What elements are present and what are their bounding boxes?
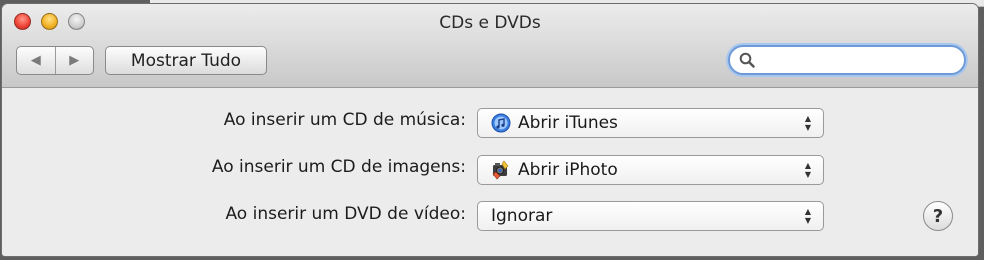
updown-arrows-icon: ▲ ▼	[804, 114, 812, 132]
back-forward-control: ◀ ▶	[16, 46, 94, 75]
picture-cd-action-popup[interactable]: Abrir iPhoto ▲ ▼	[477, 155, 824, 185]
video-dvd-action-popup[interactable]: Ignorar ▲ ▼	[477, 201, 824, 231]
picture-cd-action-value: Abrir iPhoto	[518, 160, 618, 180]
music-cd-action-value: Abrir iTunes	[518, 113, 618, 133]
back-button[interactable]: ◀	[17, 47, 56, 74]
window-title: CDs e DVDs	[439, 13, 541, 33]
iphoto-icon	[490, 159, 512, 181]
back-arrow-icon: ◀	[30, 53, 41, 68]
search-field[interactable]	[728, 45, 966, 75]
cd-dvd-settings-panel: Ao inserir um CD de música: Abrir iTunes…	[2, 88, 978, 256]
video-dvd-action-value: Ignorar	[491, 206, 553, 226]
picture-cd-label: Ao inserir um CD de imagens:	[211, 157, 466, 177]
itunes-icon	[490, 112, 512, 134]
music-cd-action-popup[interactable]: Abrir iTunes ▲ ▼	[477, 108, 824, 138]
titlebar: CDs e DVDs ◀ ▶ Mostrar Tudo	[2, 4, 978, 88]
updown-arrows-icon: ▲ ▼	[804, 161, 812, 179]
show-all-button[interactable]: Mostrar Tudo	[105, 46, 267, 75]
forward-arrow-icon: ▶	[69, 53, 80, 68]
music-cd-label: Ao inserir um CD de música:	[223, 110, 466, 130]
updown-arrows-icon: ▲ ▼	[804, 207, 812, 225]
help-button[interactable]: ?	[923, 201, 953, 231]
search-input[interactable]	[758, 49, 958, 73]
preferences-window: CDs e DVDs ◀ ▶ Mostrar Tudo Ao inserir u…	[2, 4, 978, 256]
forward-button[interactable]: ▶	[56, 47, 94, 74]
video-dvd-label: Ao inserir um DVD de vídeo:	[225, 204, 466, 224]
search-icon	[739, 52, 755, 68]
